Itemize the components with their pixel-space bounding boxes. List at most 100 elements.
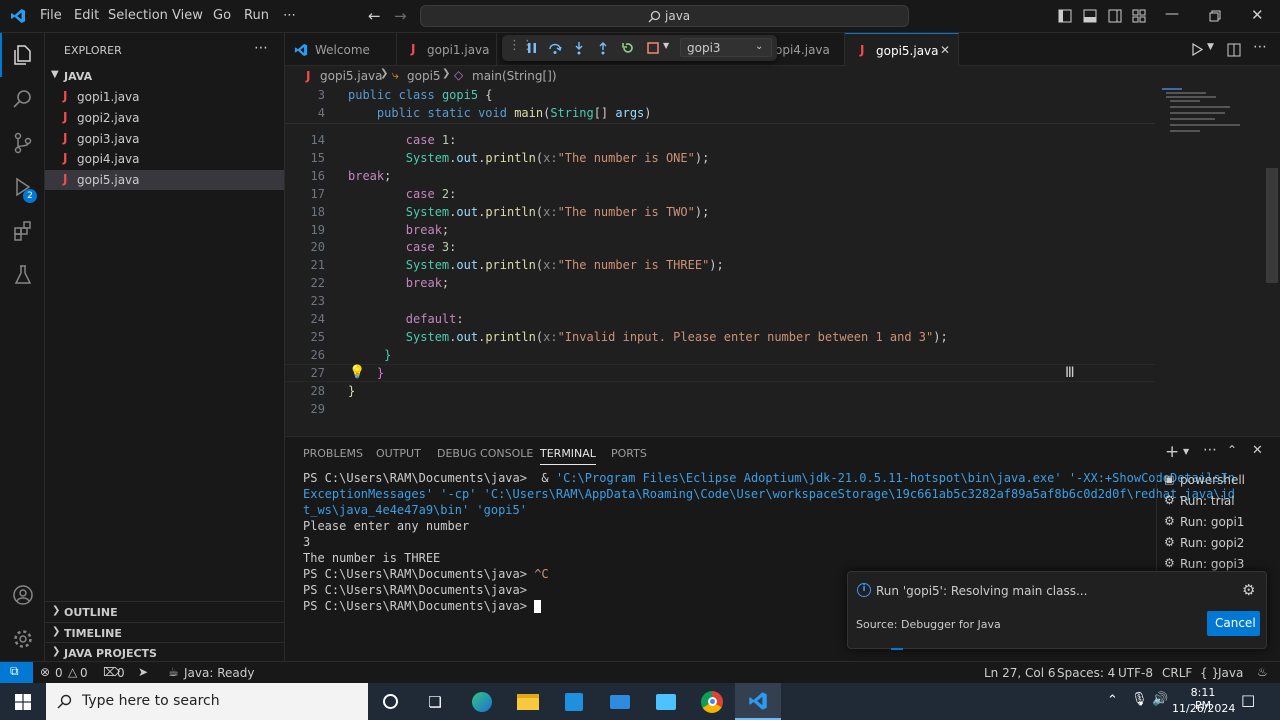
close-panel-icon[interactable]: ✕	[1252, 443, 1263, 458]
minimap[interactable]	[1160, 86, 1255, 136]
code-editor[interactable]: 3 public class gopi5 {4 public static voi…	[285, 86, 1280, 436]
breadcrumb-file[interactable]: gopi5.java	[320, 69, 383, 83]
lightbulb-icon[interactable]: 💡	[349, 365, 365, 380]
accounts-activity[interactable]	[0, 573, 45, 617]
menu-more[interactable]: ⋯	[283, 8, 296, 23]
gear-icon[interactable]: ⚙	[1242, 581, 1255, 599]
task-view-button[interactable]: ❏	[412, 683, 458, 720]
toggle-sidebar-icon[interactable]	[1058, 9, 1072, 23]
remote-indicator[interactable]: ⧉	[0, 662, 33, 683]
panel-tab-terminal[interactable]: TERMINAL	[540, 447, 596, 465]
chevron-down-icon[interactable]: ▼	[1183, 447, 1189, 456]
menu-run[interactable]: Run	[244, 8, 269, 23]
explorer-activity[interactable]	[0, 33, 45, 77]
terminal-list-item[interactable]: ⚙ Run: gopi1	[1162, 513, 1272, 531]
menu-edit[interactable]: Edit	[74, 8, 99, 23]
file-item-gopi2[interactable]: J gopi2.java	[45, 108, 284, 128]
terminal-list-item[interactable]: ⚙ Run: gopi2	[1162, 534, 1272, 552]
tray-chevron-up-icon[interactable]: ⌃	[1107, 693, 1118, 708]
file-item-gopi3[interactable]: J gopi3.java	[45, 129, 284, 149]
cancel-button[interactable]: Cancel	[1207, 611, 1260, 636]
microphone-icon[interactable]: 🎙	[1131, 692, 1148, 707]
maximize-panel-icon[interactable]: ⌃	[1227, 443, 1237, 457]
language-mode[interactable]: Java	[1218, 666, 1243, 680]
testing-activity[interactable]	[0, 253, 45, 297]
file-explorer-button[interactable]	[505, 683, 551, 720]
search-activity[interactable]	[0, 77, 45, 121]
section-java-projects[interactable]: ❯ JAVA PROJECTS	[45, 642, 284, 661]
step-over-icon[interactable]	[548, 41, 562, 55]
editor-more-icon[interactable]: ⋯	[1253, 39, 1267, 55]
close-window-icon[interactable]: ✕	[1251, 6, 1264, 24]
panel-tab-output[interactable]: OUTPUT	[376, 447, 421, 460]
terminal-list-item[interactable]: ⚙ Run: trial	[1162, 492, 1272, 510]
edge-button[interactable]	[459, 683, 505, 720]
manage-activity[interactable]	[0, 617, 45, 661]
nav-forward-icon[interactable]: →	[394, 7, 407, 25]
section-timeline[interactable]: ❯ TIMELINE	[45, 622, 284, 642]
warning-count[interactable]: 0	[80, 666, 88, 680]
breadcrumb-class[interactable]: gopi5	[407, 69, 441, 83]
clock-date[interactable]: 11/26/2024	[1172, 702, 1235, 715]
menu-go[interactable]: Go	[213, 8, 231, 23]
panel-more-icon[interactable]: ⋯	[1203, 442, 1217, 458]
indentation[interactable]: Spaces: 4	[1057, 666, 1115, 680]
taskbar-search[interactable]: Type here to search	[46, 683, 368, 720]
debug-config-icon[interactable]: ➤	[138, 665, 148, 679]
notifications-bell-icon[interactable]: ♨	[1257, 665, 1268, 679]
line-endings[interactable]: CRLF	[1162, 666, 1192, 680]
step-out-icon[interactable]	[596, 41, 610, 55]
panel-tab-problems[interactable]: PROBLEMS	[303, 447, 363, 460]
tab-gopi1[interactable]: J gopi1.java	[397, 33, 497, 66]
mail-button[interactable]	[597, 683, 643, 720]
file-item-gopi4[interactable]: J gopi4.java	[45, 149, 284, 169]
start-button[interactable]	[0, 683, 46, 720]
run-debug-activity[interactable]: 2	[0, 165, 45, 209]
customize-layout-icon[interactable]	[1132, 9, 1146, 23]
pause-icon[interactable]	[526, 42, 538, 54]
minimize-icon[interactable]: —	[1165, 6, 1179, 22]
cursor-position[interactable]: Ln 27, Col 6	[984, 666, 1056, 680]
toggle-panel-icon[interactable]	[1083, 9, 1097, 23]
cortana-button[interactable]	[367, 683, 413, 720]
breadcrumb-method[interactable]: main(String[])	[472, 69, 557, 83]
menu-file[interactable]: File	[40, 8, 62, 23]
extensions-activity[interactable]	[0, 209, 45, 253]
explorer-more-icon[interactable]: ⋯	[254, 40, 268, 56]
terminal-list-item[interactable]: ▣ powershell	[1162, 471, 1272, 489]
panel-tab-debug-console[interactable]: DEBUG CONSOLE	[437, 447, 533, 460]
new-terminal-icon[interactable]: +	[1165, 442, 1179, 462]
step-into-icon[interactable]	[572, 41, 586, 55]
restore-icon[interactable]	[1209, 10, 1221, 22]
section-outline[interactable]: ❯ OUTLINE	[45, 601, 284, 621]
editor-scrollbar[interactable]	[1266, 168, 1278, 283]
folder-java[interactable]: ▼ JAVA	[45, 67, 284, 87]
vscode-taskbar-button[interactable]	[735, 683, 781, 720]
ports-count[interactable]: 0	[117, 666, 125, 680]
store-button[interactable]	[551, 683, 597, 720]
split-editor-icon[interactable]	[1227, 43, 1241, 57]
file-item-gopi5[interactable]: J gopi5.java	[45, 170, 284, 190]
restart-icon[interactable]	[621, 41, 635, 55]
command-center-search[interactable]: java	[420, 5, 909, 27]
tab-welcome[interactable]: Welcome	[285, 33, 397, 66]
error-count[interactable]: 0	[55, 666, 63, 680]
panel-tab-ports[interactable]: PORTS	[611, 447, 647, 460]
close-tab-icon[interactable]: ✕	[940, 43, 950, 57]
menu-selection[interactable]: Selection	[108, 8, 168, 23]
chevron-down-icon[interactable]: ▼	[1207, 42, 1214, 52]
stop-icon[interactable]	[647, 42, 659, 54]
tab-gopi5[interactable]: J gopi5.java ✕	[845, 33, 959, 66]
debug-config-select[interactable]: gopi3 ⌄	[680, 38, 772, 57]
file-item-gopi1[interactable]: J gopi1.java	[45, 87, 284, 107]
nav-back-icon[interactable]: ←	[368, 7, 381, 25]
source-control-activity[interactable]	[0, 121, 45, 165]
menu-view[interactable]: View	[172, 8, 203, 23]
photos-button[interactable]	[643, 683, 689, 720]
chrome-button[interactable]	[689, 683, 735, 720]
run-icon[interactable]	[1191, 43, 1203, 56]
java-status[interactable]: Java: Ready	[184, 666, 254, 680]
volume-icon[interactable]: 🔊	[1152, 692, 1168, 707]
chevron-down-icon[interactable]: ▼	[663, 41, 669, 50]
encoding[interactable]: UTF-8	[1118, 666, 1153, 680]
